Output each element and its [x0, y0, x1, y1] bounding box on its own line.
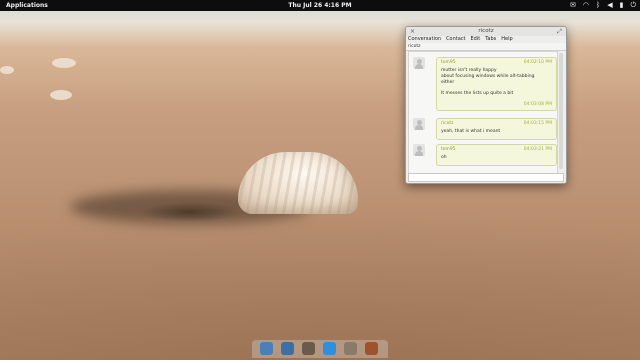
files-app-icon[interactable] [260, 342, 273, 355]
terminal-app-icon[interactable] [302, 342, 315, 355]
menu-edit[interactable]: Edit [471, 36, 481, 43]
system-settings-app-icon[interactable] [365, 342, 378, 355]
menu-contact[interactable]: Contact [446, 36, 465, 43]
power-icon[interactable]: ⏻ [630, 0, 636, 11]
message-text: mutter isn't really happy [441, 68, 497, 73]
dock [252, 340, 388, 358]
conversation-scrollbar[interactable] [559, 53, 563, 169]
message-text: oh [441, 155, 447, 160]
chat-app-icon[interactable] [323, 342, 336, 355]
mail-icon[interactable]: ✉ [570, 0, 576, 11]
message-time: 04:03:08 PM [523, 102, 552, 107]
conversation-view: tom95 04:02:10 PM mutter isn't really ha… [408, 51, 558, 174]
system-indicators: ✉ ◠ ᛒ ◀ ▮ ⏻ [570, 0, 636, 11]
maximize-icon[interactable]: ⤢ [557, 27, 562, 36]
message-item: tom95 04:03:21 PM oh [413, 144, 557, 166]
pebble [0, 66, 14, 74]
photos-app-icon[interactable] [344, 342, 357, 355]
pebble [50, 90, 72, 100]
menu-conversation[interactable]: Conversation [408, 36, 441, 43]
message-sender: tom95 [441, 60, 456, 65]
message-bubble: ricotz 04:03:15 PM yeah, that is what i … [436, 118, 557, 140]
message-text: It messes the lists up quite a bit [441, 91, 514, 96]
message-text: about focusing windows while alt-tabbing [441, 74, 535, 79]
wifi-icon[interactable]: ◠ [583, 0, 589, 11]
avatar [413, 118, 425, 130]
menu-help[interactable]: Help [501, 36, 512, 43]
message-item: ricotz 04:03:15 PM yeah, that is what i … [413, 118, 557, 140]
pebble [52, 58, 76, 68]
tab-ricotz[interactable]: ricotz [408, 43, 420, 50]
message-bubble: tom95 04:03:21 PM oh [436, 144, 557, 166]
message-text: either [441, 80, 455, 85]
window-title: ricotz [478, 28, 494, 34]
window-titlebar[interactable]: × ricotz ⤢ [406, 27, 566, 36]
web-browser-app-icon[interactable] [281, 342, 294, 355]
message-time: 04:02:10 PM [523, 60, 552, 65]
battery-icon[interactable]: ▮ [620, 0, 624, 11]
message-text: yeah, that is what i meant [441, 129, 501, 134]
menu-bar: Conversation Contact Edit Tabs Help [406, 36, 566, 43]
volume-icon[interactable]: ◀ [607, 0, 612, 11]
menu-tabs[interactable]: Tabs [485, 36, 496, 43]
bluetooth-icon[interactable]: ᛒ [596, 0, 600, 11]
message-input[interactable] [408, 173, 564, 182]
avatar [413, 144, 425, 156]
message-time: 04:03:15 PM [523, 121, 552, 126]
message-time: 04:03:21 PM [523, 147, 552, 152]
message-sender: ricotz [441, 121, 454, 126]
avatar [413, 57, 425, 69]
panel-clock[interactable]: Thu Jul 26 4:16 PM [0, 0, 640, 11]
message-item: tom95 04:02:10 PM mutter isn't really ha… [413, 57, 557, 111]
message-sender: tom95 [441, 147, 456, 152]
top-panel: Applications Thu Jul 26 4:16 PM ✉ ◠ ᛒ ◀ ▮ ⏻ [0, 0, 640, 11]
tab-bar: ricotz [406, 43, 566, 51]
chat-window: × ricotz ⤢ Conversation Contact Edit Tab… [405, 26, 567, 184]
message-bubble: tom95 04:02:10 PM mutter isn't really ha… [436, 57, 557, 111]
